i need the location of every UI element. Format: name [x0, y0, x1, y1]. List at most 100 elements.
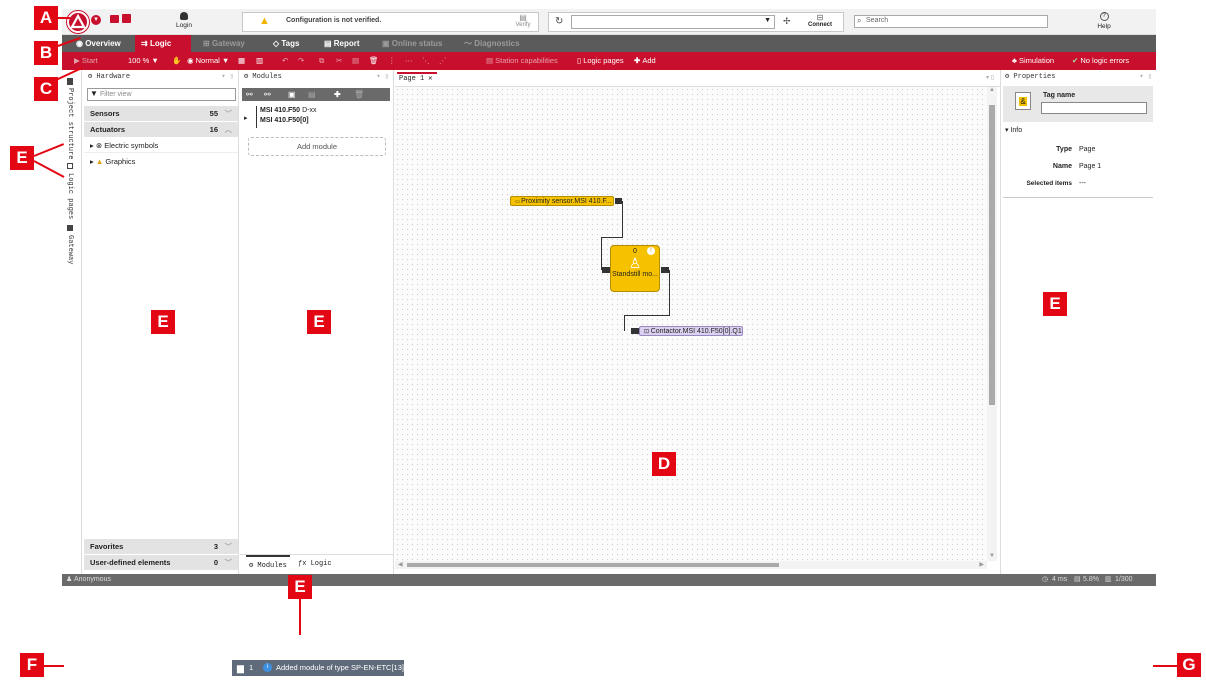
output-port[interactable]: [615, 198, 622, 204]
add-icon[interactable]: ✚: [334, 88, 341, 101]
tab-gateway-vertical[interactable]: Gateway: [66, 235, 74, 264]
search-placeholder: Search: [866, 17, 889, 24]
tab-report[interactable]: ▤ Report: [318, 35, 366, 52]
logic-block-standstill[interactable]: 0 ! ♙ Standstill mo...: [610, 245, 660, 292]
grid-icon[interactable]: ▦: [238, 52, 245, 70]
bottom-tab-logic[interactable]: ƒx Logic: [298, 555, 332, 573]
selected-items-value: ---: [1079, 180, 1086, 187]
page-tab[interactable]: Page 1 ✕: [397, 72, 437, 87]
station-capabilities-button[interactable]: ▤ Station capabilities: [486, 52, 558, 70]
simulation-button[interactable]: ♣ Simulation: [1012, 52, 1054, 70]
pages-icon: ▥: [1105, 576, 1112, 583]
add-page-button[interactable]: ✚ Add: [634, 52, 656, 70]
panel-menu-icon[interactable]: ▾ ▯: [376, 70, 389, 84]
align-icon[interactable]: ▥: [256, 52, 263, 70]
logic-canvas[interactable]: ▭ Proximity sensor.MSI 410.F... 0 ! ♙ St…: [395, 87, 987, 561]
layout-icon-4[interactable]: ⋰: [439, 52, 447, 70]
close-icon[interactable]: ✕: [428, 75, 432, 83]
tab-logic-pages[interactable]: Logic pages: [66, 173, 74, 219]
logic-toolbar: ▶ Start 100 % ▼ ✋ ◉ Normal ▼ ▦ ▥ ↶ ↷ ⧉ ✂…: [62, 52, 1156, 70]
output-port[interactable]: [661, 267, 669, 273]
scroll-thumb[interactable]: [989, 105, 995, 405]
modules-toolbar: ⚯ ⚯ ▣ ▤ ✚ 🗑: [242, 88, 390, 101]
layout-icon-3[interactable]: ⋱: [422, 52, 430, 70]
filter-input[interactable]: ▼ Filter view: [87, 88, 236, 101]
search-input[interactable]: ⌕ Search: [854, 15, 1048, 28]
user-icon: ♟: [66, 576, 73, 583]
tree-item-graphics[interactable]: ▸ ▲ Graphics: [84, 154, 238, 169]
verify-icon: ▤: [519, 13, 527, 22]
tab-diagnostics[interactable]: 〜 Diagnostics: [458, 35, 526, 52]
open-folder-icon[interactable]: [110, 15, 119, 23]
refresh-icon[interactable]: ↻: [555, 16, 563, 27]
user-defined-category[interactable]: User-defined elements 0 ﹀: [84, 555, 238, 570]
panel-menu-icon[interactable]: ▾ ▯: [1139, 70, 1152, 84]
wire-segment: [624, 315, 670, 316]
scroll-thumb[interactable]: [407, 563, 779, 567]
tab-logic[interactable]: ⇉ Logic: [135, 35, 191, 52]
app-logo[interactable]: [67, 11, 89, 33]
help-label: Help: [1097, 23, 1111, 30]
logic-block-contactor[interactable]: ⊡ Contactor.MSI 410.F50[0].Q1: [639, 326, 743, 336]
undo-icon[interactable]: ↶: [282, 52, 288, 70]
login-button[interactable]: Login: [170, 10, 198, 34]
type-value: Page: [1079, 146, 1096, 153]
tag-name-input[interactable]: [1041, 102, 1147, 114]
properties-panel: ⚙ Properties ▾ ▯ & Tag name ▾ Info Type P…: [1000, 70, 1156, 574]
device-select[interactable]: ▼: [571, 15, 775, 29]
type-label: Type: [1056, 146, 1072, 153]
module-entry[interactable]: MSI 410.F50 D-xx MSI 410.F50[0]: [256, 106, 376, 128]
save-icon[interactable]: [122, 14, 131, 23]
online-icon: ▣: [382, 39, 392, 48]
add-module-button[interactable]: Add module: [248, 137, 386, 156]
logic-pages-button[interactable]: ▯ Logic pages: [577, 52, 624, 70]
simulation-icon: ♣: [1012, 56, 1020, 65]
name-label: Name: [1052, 163, 1072, 170]
panel-menu-icon[interactable]: ▾ ▯: [221, 70, 234, 84]
input-port[interactable]: [602, 267, 610, 273]
tab-project-structure[interactable]: Project structure: [66, 88, 74, 159]
callout-e-bottom-leader: [299, 599, 301, 635]
connect-button[interactable]: ⊟ Connect: [803, 13, 837, 31]
sensors-category[interactable]: Sensors 55 ﹀: [84, 106, 238, 121]
tab-online-status[interactable]: ▣ Online status: [376, 35, 448, 52]
horizontal-scrollbar[interactable]: ◀ ▶: [395, 561, 987, 569]
actuators-category[interactable]: Actuators 16 ︿: [84, 122, 238, 137]
help-button[interactable]: ? Help: [1090, 10, 1118, 34]
paste-icon[interactable]: ▤: [352, 52, 359, 70]
info-section-header[interactable]: ▾ Info: [1005, 126, 1022, 134]
vertical-scrollbar[interactable]: ▲ ▼: [987, 87, 997, 561]
pin-icon[interactable]: ✢: [783, 16, 791, 27]
tree-item-electric-symbols[interactable]: ▸ ⊗ Electric symbols: [84, 138, 238, 153]
logo-dropdown-icon[interactable]: ▾: [91, 15, 101, 25]
callout-g-leader: [1153, 665, 1177, 667]
start-button[interactable]: ▶ Start: [74, 52, 98, 70]
favorites-category[interactable]: Favorites 3 ﹀: [84, 539, 238, 554]
verify-button[interactable]: ▤ Verify: [511, 13, 535, 31]
copy-icon[interactable]: ⧉: [319, 52, 324, 70]
trash-icon[interactable]: 🗑: [354, 88, 364, 101]
tab-tags[interactable]: ◇ Tags: [267, 35, 305, 52]
canvas-menu-icon[interactable]: ▾ ▯: [986, 74, 994, 81]
zoom-select[interactable]: 100 % ▼: [128, 52, 159, 70]
expand-arrow-icon[interactable]: ▸: [244, 114, 248, 122]
tab-gateway[interactable]: ⊞ Gateway: [197, 35, 251, 52]
connect-label: Connect: [808, 22, 832, 28]
notification-bar[interactable]: ▆ 1 i Added module of type SP-EN-ETC[13]: [232, 660, 404, 676]
link-icon[interactable]: ⚯: [246, 88, 253, 101]
module-copy-icon[interactable]: ▣: [288, 88, 296, 101]
layout-icon-1[interactable]: ⋮: [388, 52, 396, 70]
unlink-icon[interactable]: ⚯: [264, 88, 271, 101]
page-logic-icon: &: [1015, 92, 1031, 110]
view-mode-select[interactable]: ◉ Normal ▼: [187, 52, 229, 70]
delete-icon[interactable]: 🗑: [369, 52, 379, 70]
module-paste-icon[interactable]: ▤: [308, 88, 316, 101]
input-port[interactable]: [631, 328, 639, 334]
bottom-tab-modules[interactable]: ⚙ Modules: [246, 555, 290, 575]
verification-status-box: ▲ Configuration is not verified. ▤ Verif…: [242, 12, 539, 32]
redo-icon[interactable]: ↷: [298, 52, 304, 70]
layout-icon-2[interactable]: ⋯: [405, 52, 413, 70]
logic-block-sensor[interactable]: ▭ Proximity sensor.MSI 410.F...: [510, 196, 614, 206]
hand-tool-icon[interactable]: ✋: [172, 52, 181, 70]
cut-icon[interactable]: ✂: [336, 52, 342, 70]
